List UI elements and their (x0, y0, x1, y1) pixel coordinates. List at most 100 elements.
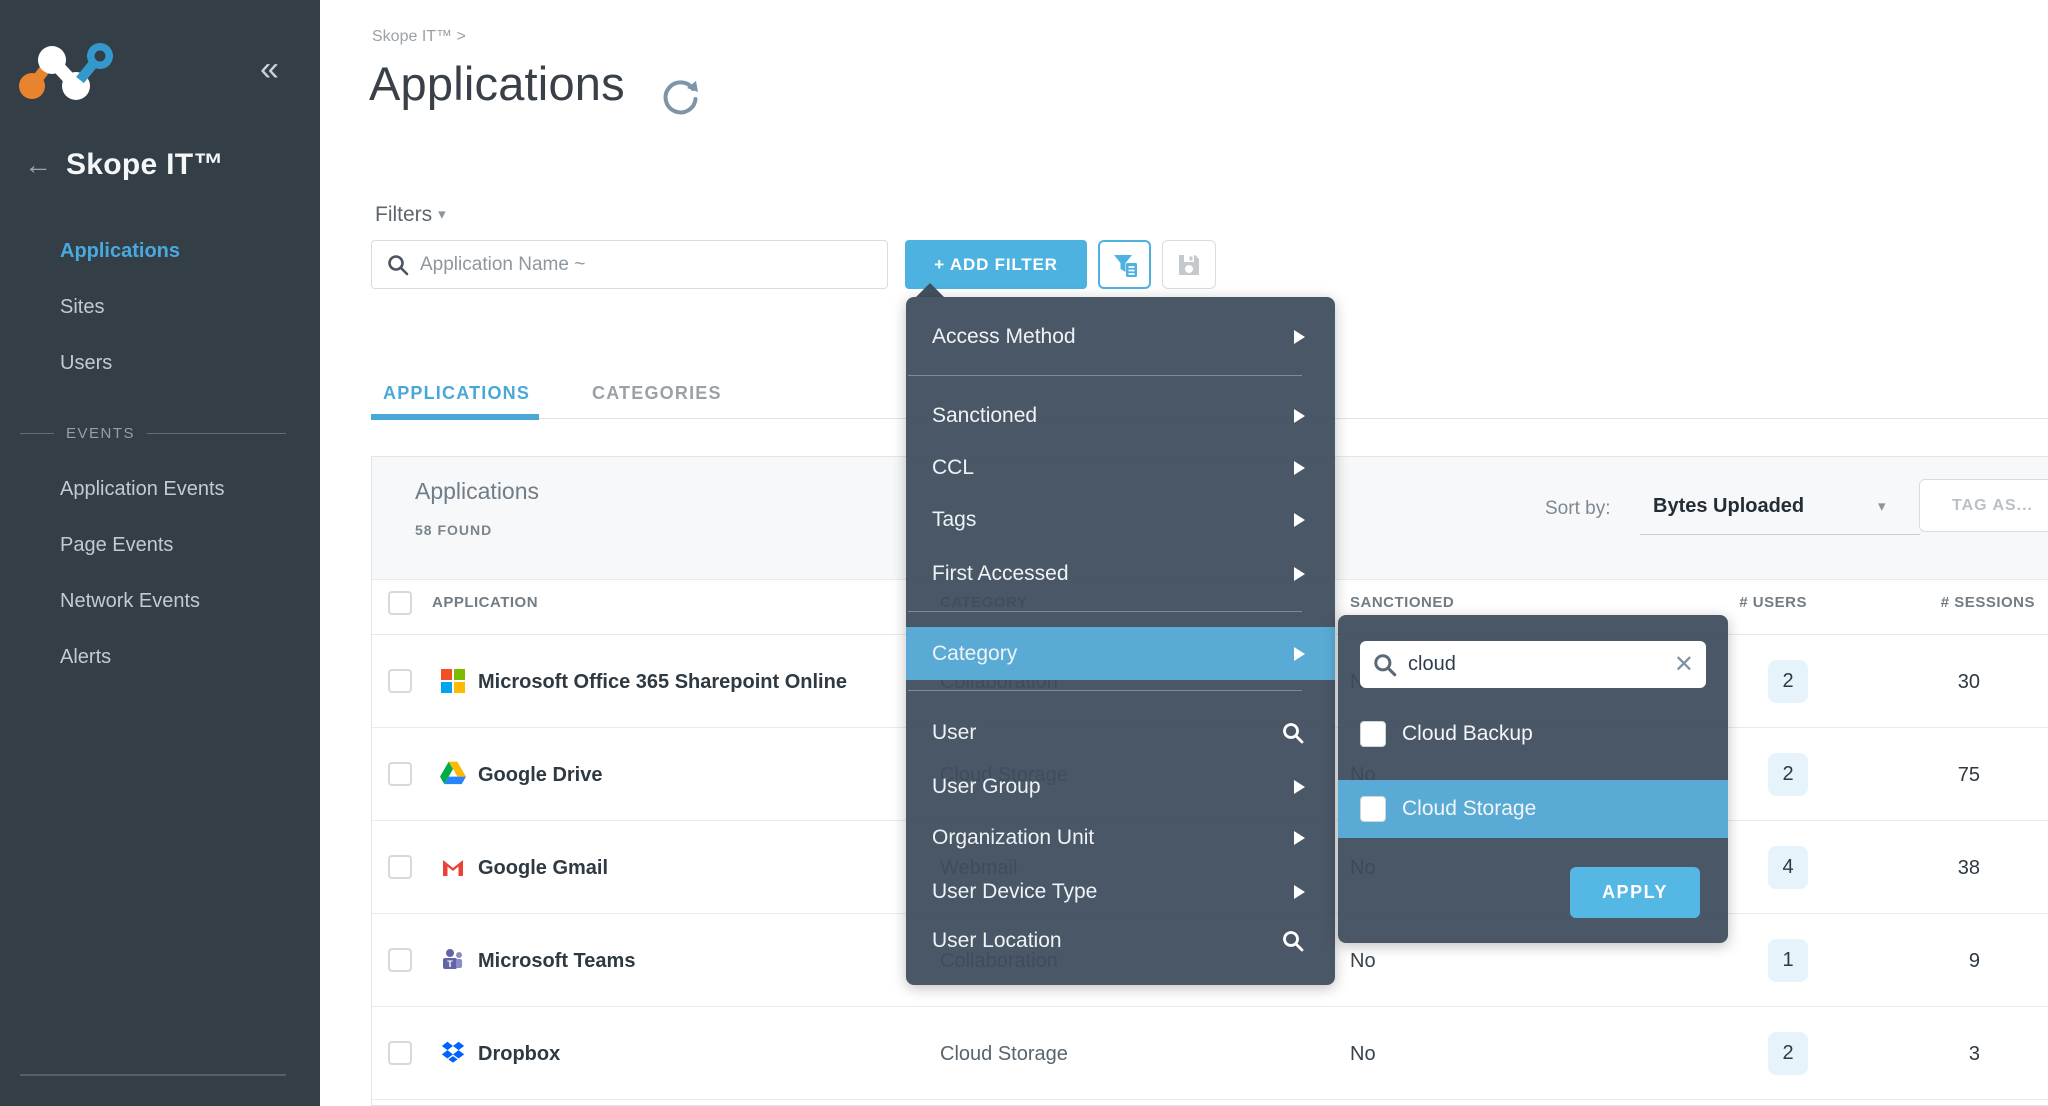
tag-as-button[interactable]: TAG AS... (1919, 479, 2048, 532)
column-header-users[interactable]: # USERS (1700, 594, 1807, 611)
application-name[interactable]: Microsoft Teams (478, 950, 635, 973)
column-header-sanctioned[interactable]: SANCTIONED (1350, 594, 1454, 611)
application-name-input[interactable] (420, 254, 873, 276)
application-name[interactable]: Dropbox (478, 1043, 560, 1066)
application-name[interactable]: Google Gmail (478, 857, 608, 880)
sidebar-section-header[interactable]: ← Skope IT™ (24, 148, 224, 182)
column-header-sessions[interactable]: # SESSIONS (1885, 594, 2035, 611)
chevron-right-icon (1294, 831, 1305, 845)
checkbox[interactable] (1360, 796, 1386, 822)
users-count-badge: 2 (1768, 753, 1808, 796)
save-floppy-icon (1176, 252, 1202, 278)
sort-select-underline (1640, 534, 1920, 535)
apply-button[interactable]: APPLY (1570, 867, 1700, 918)
sessions-count: 75 (1880, 764, 1980, 787)
category-filter-submenu: ✕ Cloud Backup Cloud Storage APPLY (1338, 615, 1728, 943)
tab-applications[interactable]: APPLICATIONS (383, 383, 530, 404)
chevron-right-icon (1294, 513, 1305, 527)
active-tab-indicator (371, 414, 539, 420)
sessions-count: 30 (1880, 671, 1980, 694)
row-checkbox[interactable] (388, 762, 412, 786)
menu-divider (908, 690, 1302, 691)
column-header-application[interactable]: APPLICATION (432, 594, 538, 611)
menu-pointer-arrow (916, 283, 944, 297)
users-count-badge: 1 (1768, 939, 1808, 982)
tab-categories[interactable]: CATEGORIES (592, 383, 722, 404)
sidebar-item-alerts[interactable]: Alerts (60, 646, 111, 669)
search-icon (1281, 721, 1305, 745)
option-cloud-storage[interactable]: Cloud Storage (1338, 780, 1728, 838)
chevron-right-icon (1294, 780, 1305, 794)
menu-item-user-location[interactable]: User Location (906, 915, 1335, 967)
dropbox-icon (440, 1040, 466, 1064)
menu-item-user[interactable]: User (906, 707, 1335, 759)
menu-item-category[interactable]: Category (906, 627, 1335, 680)
sort-caret-icon: ▾ (1878, 497, 1886, 515)
sanctioned-cell: No (1350, 950, 1376, 973)
category-search-input[interactable] (1408, 653, 1674, 676)
sanctioned-cell: No (1350, 1043, 1376, 1066)
menu-divider (908, 611, 1302, 612)
menu-item-user-group[interactable]: User Group (906, 761, 1335, 813)
back-arrow-icon[interactable]: ← (24, 149, 52, 181)
menu-item-sanctioned[interactable]: Sanctioned (906, 390, 1335, 442)
add-filter-menu: Access Method Sanctioned CCL Tags First … (906, 297, 1335, 985)
sessions-count: 3 (1880, 1043, 1980, 1066)
sidebar-item-sites[interactable]: Sites (60, 296, 104, 319)
chevron-right-icon (1294, 567, 1305, 581)
chevron-right-icon (1294, 330, 1305, 344)
sidebar-item-page-events[interactable]: Page Events (60, 534, 173, 557)
row-checkbox[interactable] (388, 669, 412, 693)
application-name[interactable]: Microsoft Office 365 Sharepoint Online (478, 671, 847, 694)
sidebar-item-applications[interactable]: Applications (60, 240, 180, 263)
sidebar-item-network-events[interactable]: Network Events (60, 590, 200, 613)
chevron-right-icon (1294, 885, 1305, 899)
table-row[interactable]: Dropbox Cloud Storage No 2 3 (372, 1007, 2048, 1100)
add-filter-button[interactable]: + ADD FILTER (905, 240, 1087, 289)
microsoft-icon (440, 668, 466, 694)
users-count-badge: 4 (1768, 846, 1808, 889)
chevron-right-icon (1294, 461, 1305, 475)
sidebar-item-users[interactable]: Users (60, 352, 112, 375)
sidebar-events-section-label: EVENTS (20, 425, 286, 442)
menu-item-ccl[interactable]: CCL (906, 442, 1335, 494)
row-checkbox[interactable] (388, 855, 412, 879)
sort-by-label: Sort by: (1545, 498, 1610, 520)
filters-label[interactable]: Filters▾ (375, 203, 446, 227)
row-checkbox[interactable] (388, 948, 412, 972)
page-title: Applications (369, 56, 625, 111)
menu-item-organization-unit[interactable]: Organization Unit (906, 812, 1335, 864)
menu-item-first-accessed[interactable]: First Accessed (906, 548, 1335, 600)
option-cloud-backup[interactable]: Cloud Backup (1338, 706, 1728, 762)
sessions-count: 38 (1880, 857, 1980, 880)
select-all-checkbox[interactable] (388, 591, 412, 615)
sidebar-item-application-events[interactable]: Application Events (60, 478, 225, 501)
sort-by-select[interactable]: Bytes Uploaded (1653, 495, 1804, 518)
category-cell: Cloud Storage (940, 1043, 1068, 1066)
search-icon (1281, 929, 1305, 953)
save-filter-button[interactable] (1162, 240, 1216, 289)
skope-it-applications-page: « ← Skope IT™ Applications Sites Users E… (0, 0, 2048, 1106)
menu-item-user-device-type[interactable]: User Device Type (906, 866, 1335, 918)
checkbox[interactable] (1360, 721, 1386, 747)
application-name[interactable]: Google Drive (478, 764, 602, 787)
breadcrumb[interactable]: Skope IT™ > (372, 28, 466, 46)
category-search-box: ✕ (1360, 641, 1706, 688)
users-count-badge: 2 (1768, 1032, 1808, 1075)
search-icon (386, 253, 410, 277)
menu-item-tags[interactable]: Tags (906, 494, 1335, 546)
row-checkbox[interactable] (388, 1041, 412, 1065)
microsoft-teams-icon: T (440, 947, 464, 971)
chevron-right-icon (1294, 409, 1305, 423)
sessions-count: 9 (1880, 950, 1980, 973)
saved-filters-button[interactable] (1098, 240, 1151, 289)
menu-divider (908, 375, 1302, 376)
sidebar-collapse-icon[interactable]: « (260, 50, 279, 89)
refresh-icon[interactable] (660, 76, 702, 118)
chevron-down-icon: ▾ (438, 206, 446, 223)
users-count-badge: 2 (1768, 660, 1808, 703)
chevron-right-icon (1294, 647, 1305, 661)
clear-search-icon[interactable]: ✕ (1674, 653, 1694, 677)
table-card-title: Applications (415, 478, 539, 505)
menu-item-access-method[interactable]: Access Method (906, 311, 1335, 363)
